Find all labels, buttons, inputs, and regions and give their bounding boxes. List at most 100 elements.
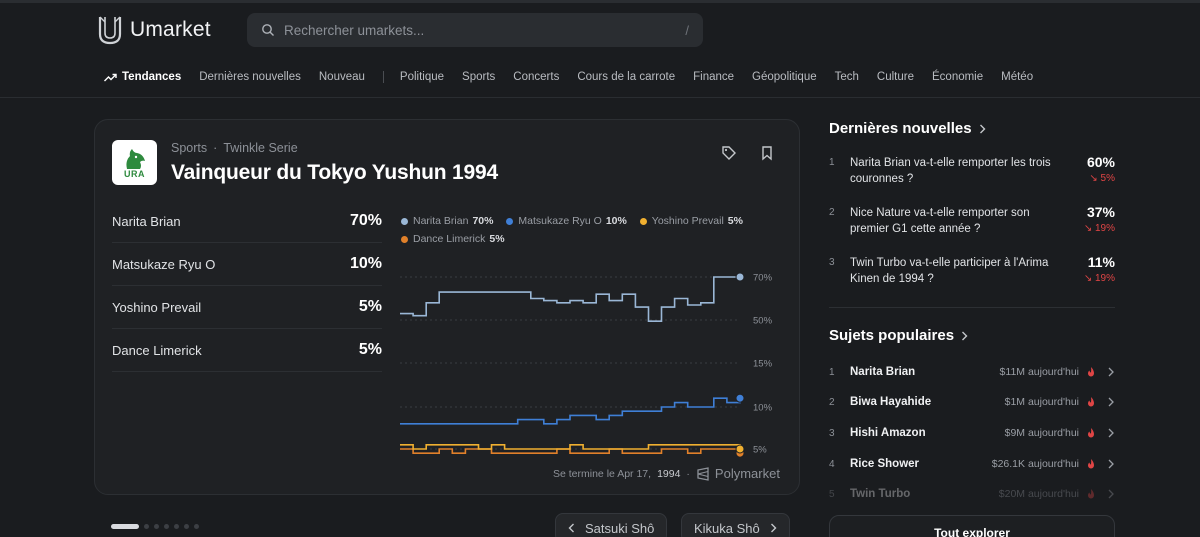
chevron-right-icon [979,124,986,133]
chevron-right-icon [1108,428,1114,438]
carousel-dot[interactable] [154,524,159,529]
nav-culture[interactable]: Culture [877,71,914,83]
carousel-dot[interactable] [194,524,199,529]
topic-row[interactable]: 5 Twin Turbo $20M aujourd'hui [829,484,1115,504]
nav-economie[interactable]: Économie [932,71,983,83]
polymarket-label: Polymarket [714,466,780,481]
nav-cours-carrote[interactable]: Cours de la carrote [577,71,675,83]
topic-row[interactable]: 3 Hishi Amazon $9M aujourd'hui [829,423,1115,443]
breadcrumb-subcategory[interactable]: Twinkle Serie [223,141,297,155]
trending-icon [104,73,117,81]
outcome-row[interactable]: Dance Limerick 5% [112,329,382,372]
news-text: Twin Turbo va-t-elle participer à l'Arim… [850,257,1049,285]
market-title[interactable]: Vainqueur du Tokyo Yushun 1994 [171,161,498,185]
y-tick-label: 50% [753,316,773,327]
nav-politique[interactable]: Politique [400,71,444,83]
fire-icon [1088,428,1094,438]
next-market-button[interactable]: Kikuka Shô [681,513,790,537]
section-divider [829,307,1115,308]
nav-dernieres-nouvelles[interactable]: Dernières nouvelles [199,71,301,83]
legend-item: Matsukaze Ryu O 10% [506,213,627,230]
nav-concerts[interactable]: Concerts [513,71,559,83]
outcome-percent: 10% [349,255,382,272]
card-actions [721,145,775,161]
news-change: ↘ 19% [1083,273,1115,284]
nav-nouveau[interactable]: Nouveau [319,71,365,83]
topic-volume: $11M aujourd'hui [999,366,1079,378]
explore-all-button[interactable]: Tout explorer [829,515,1115,537]
news-percent: 37% [1086,204,1115,220]
app-name: Umarket [130,18,211,41]
search-bar[interactable]: / [247,13,703,47]
nav-sports[interactable]: Sports [462,71,495,83]
prev-market-button[interactable]: Satsuki Shô [555,513,668,537]
end-date-label: Se termine le Apr 17, [553,467,652,480]
topic-row[interactable]: 4 Rice Shower $26.1K aujourd'hui [829,454,1115,474]
nav-tech[interactable]: Tech [835,71,859,83]
outcome-percent: 70% [349,212,382,229]
topics-section: Sujets populaires [829,327,1119,344]
news-number: 3 [829,257,835,268]
legend-value: 70% [472,215,494,227]
fire-icon [1088,367,1094,377]
topic-row[interactable]: 2 Biwa Hayahide $1M aujourd'hui [829,392,1115,412]
topics-title-label: Sujets populaires [829,327,955,344]
outcome-row[interactable]: Narita Brian 70% [112,200,382,243]
nav-tendances-label: Tendances [122,71,182,83]
fire-icon [1088,397,1094,407]
carousel-dot[interactable] [144,524,149,529]
news-title-label: Dernières nouvelles [829,120,972,137]
news-text: Nice Nature va-t-elle remporter son prem… [850,207,1030,235]
topic-number: 4 [829,458,835,470]
topics-title[interactable]: Sujets populaires [829,327,1119,344]
market-footer: Se termine le Apr 17, 1994 · Polymarket [553,466,780,481]
carousel-dot[interactable] [174,524,179,529]
polymarket-link[interactable]: Polymarket [696,466,780,481]
bookmark-icon[interactable] [759,145,775,161]
topic-volume: $1M aujourd'hui [1004,396,1079,408]
breadcrumb-category[interactable]: Sports [171,141,207,155]
series-endpoint [735,444,745,454]
carousel-dot[interactable] [184,524,189,529]
footer-separator: · [686,467,690,480]
nav-geopolitique[interactable]: Géopolitique [752,71,817,83]
search-input[interactable] [284,22,686,38]
news-change: ↘ 19% [1083,223,1115,234]
legend-label: Yoshino Prevail [651,215,724,227]
nav-meteo[interactable]: Météo [1001,71,1033,83]
market-logo: URA [112,140,157,185]
news-title[interactable]: Dernières nouvelles [829,120,1119,137]
outcome-name: Yoshino Prevail [112,299,202,315]
legend-value: 5% [727,215,743,227]
carousel-dot[interactable] [164,524,169,529]
outcome-row[interactable]: Yoshino Prevail 5% [112,286,382,329]
chevron-right-icon [1108,367,1114,377]
series-endpoint [735,272,745,282]
topic-row[interactable]: 1 Narita Brian $11M aujourd'hui [829,362,1115,382]
topic-number: 5 [829,488,835,500]
tag-icon[interactable] [721,145,737,161]
outcome-row[interactable]: Matsukaze Ryu O 10% [112,243,382,286]
search-icon [262,24,274,36]
carousel-dot-active[interactable] [111,524,139,529]
topic-name: Narita Brian [850,366,916,378]
market-card[interactable]: URA Sports · Twinkle Serie Vainqueur du … [94,119,800,495]
chevron-right-icon [1108,459,1114,469]
nav-tendances[interactable]: Tendances [104,71,181,83]
series-endpoint [735,393,745,403]
topic-name: Twin Turbo [850,488,911,500]
y-tick-label: 15% [753,359,773,370]
outcome-name: Narita Brian [112,213,181,229]
chevron-right-icon [1108,489,1114,499]
price-chart[interactable]: 70% 50% 15% 10% 5% [395,267,785,457]
news-number: 2 [829,207,835,218]
topic-volume: $26.1K aujourd'hui [991,458,1079,470]
breadcrumb-separator: · [213,141,218,155]
outcome-list: Narita Brian 70% Matsukaze Ryu O 10% Yos… [112,200,382,372]
chevron-left-icon [568,523,574,533]
nav-separator [382,71,384,83]
logo[interactable]: Umarket [96,14,211,46]
legend-value: 5% [489,233,505,245]
news-change: ↘ 5% [1089,173,1115,184]
nav-finance[interactable]: Finance [693,71,734,83]
